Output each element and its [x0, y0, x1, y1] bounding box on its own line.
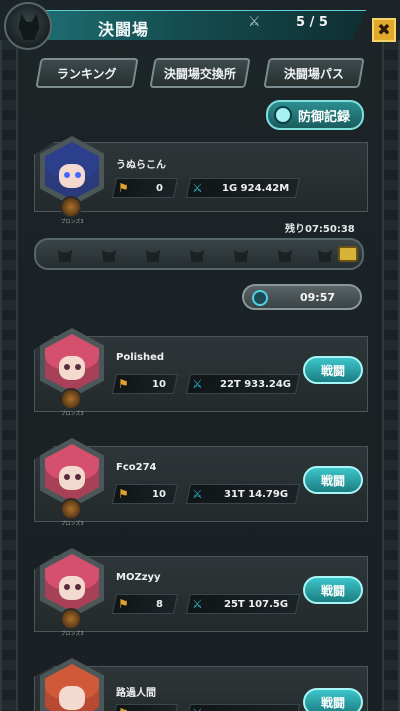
battle-button[interactable]: 戦闘: [303, 356, 363, 384]
rank-label: ブロンズ3: [60, 521, 84, 527]
progress-slot-icon: [102, 250, 116, 262]
battle-button[interactable]: 戦闘: [303, 576, 363, 604]
opponent-rank-value: 10: [152, 489, 166, 500]
refresh-icon: [252, 290, 268, 306]
progress-slot-icon: [234, 250, 248, 262]
page-title: 決闘場: [98, 20, 150, 39]
player-power-value: 1G 924.42M: [222, 183, 290, 194]
player-rank-value: 0: [156, 183, 163, 194]
wolf-emblem-icon: [4, 2, 52, 50]
flag-icon: ⚑: [118, 487, 129, 501]
opponent-portrait: [38, 658, 106, 711]
opponent-power-value: 31T 14.79G: [224, 489, 289, 500]
progress-slot-icon: [318, 250, 332, 262]
rank-badge-icon: [60, 608, 82, 630]
left-frame-border: [0, 40, 18, 711]
header: 決闘場 ⚔ 5 / 5 ✖: [0, 0, 400, 50]
opponent-portrait: ブロンズ3: [38, 438, 106, 527]
opponent-name: 路過人間: [116, 688, 156, 699]
entry-counter: 5 / 5: [296, 15, 328, 30]
close-button[interactable]: ✖: [372, 18, 396, 42]
flag-icon: ⚑: [118, 597, 129, 611]
opponent-name: Fco274: [116, 462, 157, 473]
player-portrait: ブロンズ3: [38, 136, 106, 225]
arena-pass-button[interactable]: 決闘場パス: [263, 58, 365, 88]
battle-button[interactable]: 戦闘: [303, 688, 363, 711]
player-name: うぬらこん: [116, 160, 166, 171]
opponent-name: Polished: [116, 352, 165, 363]
remaining-time: 残り07:50:38: [285, 224, 355, 235]
flag-icon: ⚑: [118, 706, 132, 711]
flag-icon: ⚑: [118, 181, 129, 195]
opponent-power-value: 25T 107.5G: [224, 599, 289, 610]
opponent-rank-value: 10: [152, 379, 166, 390]
progress-slot-icon: [190, 250, 204, 262]
sword-icon: ⚔: [192, 597, 203, 611]
rank-label: ブロンズ3: [60, 631, 84, 637]
opponent-rank-value: 8: [156, 599, 163, 610]
defense-record-button[interactable]: 防御記録: [266, 100, 364, 130]
right-frame-border: [382, 40, 400, 711]
rank-badge-icon: [60, 388, 82, 410]
ticket-icon: ⚔: [248, 14, 261, 30]
exchange-label: 決闘場交換所: [164, 66, 237, 81]
ranking-button[interactable]: ランキング: [35, 58, 139, 88]
flag-icon: ⚑: [118, 377, 129, 391]
sword-icon: ⚔: [192, 181, 203, 195]
exchange-button[interactable]: 決闘場交換所: [149, 58, 251, 88]
rank-badge-icon: [60, 498, 82, 520]
rank-label: ブロンズ3: [60, 219, 84, 225]
defense-record-label: 防御記録: [298, 109, 351, 125]
refresh-timer-button[interactable]: 09:57: [242, 284, 362, 310]
shield-icon: [274, 106, 292, 124]
opponent-name: MOZzyy: [116, 572, 161, 583]
opponent-portrait: ブロンズ3: [38, 548, 106, 637]
reward-chest-icon[interactable]: [338, 246, 358, 262]
progress-slot-icon: [58, 250, 72, 262]
sword-icon: ⚔: [192, 706, 206, 711]
battle-button[interactable]: 戦闘: [303, 466, 363, 494]
ranking-label: ランキング: [57, 66, 117, 81]
rank-label: ブロンズ3: [60, 411, 84, 417]
opponent-portrait: ブロンズ3: [38, 328, 106, 417]
progress-slot-icon: [146, 250, 160, 262]
sword-icon: ⚔: [192, 487, 203, 501]
sword-icon: ⚔: [192, 377, 203, 391]
arena-pass-label: 決闘場パス: [283, 66, 344, 81]
opponent-power-value: 22T 933.24G: [220, 379, 292, 390]
arena-screen: 決闘場 ⚔ 5 / 5 ✖ ランキング 決闘場交換所 決闘場パス 防御記録 ブロ…: [0, 0, 400, 711]
refresh-timer-value: 09:57: [300, 291, 336, 304]
reward-progress-track: [34, 238, 364, 270]
progress-slot-icon: [278, 250, 292, 262]
rank-badge-icon: [60, 196, 82, 218]
